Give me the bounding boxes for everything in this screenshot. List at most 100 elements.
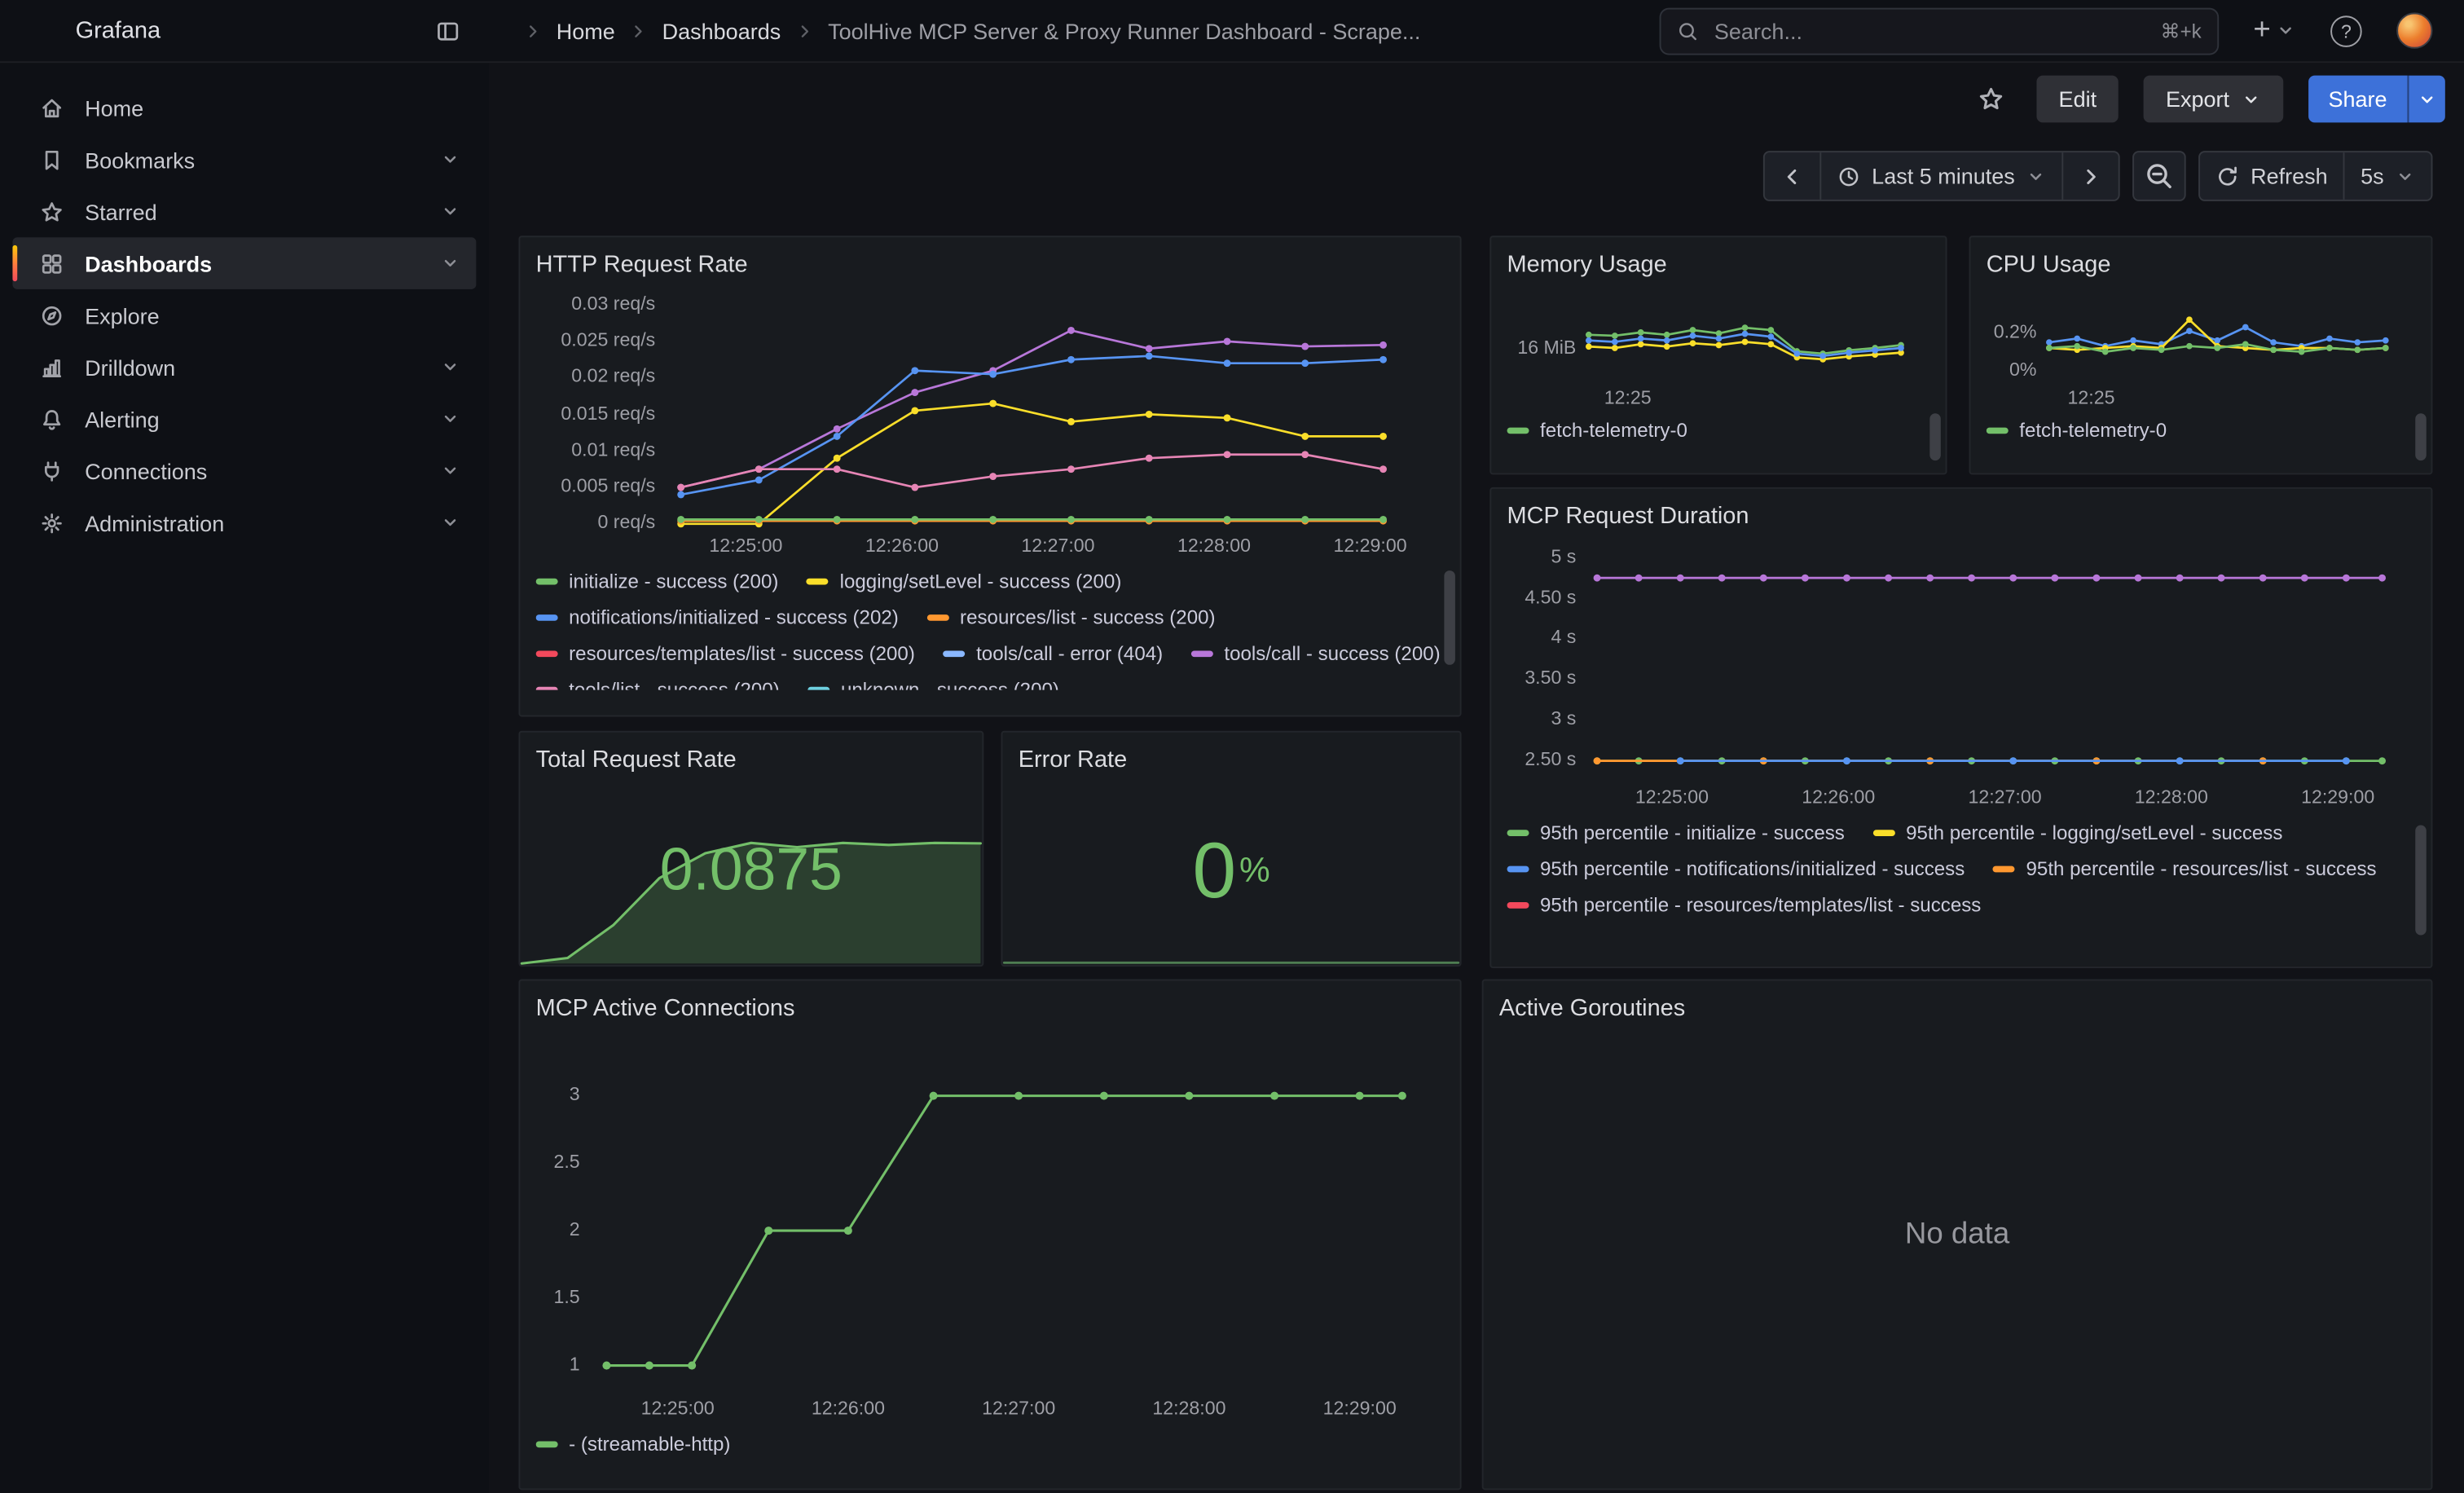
sidebar-item[interactable]: Starred — [12, 186, 476, 238]
sidebar-item-icon — [39, 147, 64, 172]
chevron-down-icon[interactable] — [440, 408, 460, 429]
legend-scrollbar[interactable] — [1444, 570, 1455, 665]
chevron-down-icon — [2417, 89, 2437, 109]
x-axis-tick: 12:25:00 — [675, 535, 817, 557]
share-menu-button[interactable] — [2408, 76, 2445, 123]
chevron-down-icon[interactable] — [440, 149, 460, 170]
memory-usage-chart[interactable]: 16 MiB12:25 — [1507, 300, 1930, 410]
sidebar-item[interactable]: Dashboards — [12, 237, 476, 289]
x-axis-tick: 12:27:00 — [1934, 786, 2076, 808]
mcp-request-duration-chart[interactable]: 5 s4.50 s4 s3.50 s3 s2.50 s12:25:0012:26… — [1507, 540, 2416, 810]
legend-item[interactable]: 95th percentile - resources/templates/li… — [1507, 892, 1982, 920]
time-range-picker[interactable]: Last 5 minutes — [1820, 152, 2062, 200]
user-profile-button[interactable] — [2390, 7, 2439, 55]
legend-item[interactable]: fetch-telemetry-0 — [1507, 416, 1687, 445]
plus-icon: + — [2253, 18, 2270, 43]
legend-swatch — [1507, 830, 1529, 836]
legend-item[interactable]: initialize - success (200) — [536, 567, 779, 596]
help-button[interactable]: ? — [2324, 9, 2368, 53]
search-box[interactable]: ⌘+k — [1659, 7, 2219, 55]
main-content: Edit Export Share Last 5 minutes — [489, 63, 2464, 1493]
chevron-down-icon[interactable] — [440, 513, 460, 533]
time-shift-back-button[interactable] — [1765, 152, 1820, 200]
legend-item[interactable]: resources/list - success (200) — [927, 604, 1216, 632]
panel-title[interactable]: HTTP Request Rate — [536, 250, 1445, 282]
time-range-group: Last 5 minutes — [1763, 151, 2120, 201]
chevron-down-icon[interactable] — [440, 460, 460, 481]
panel-title[interactable]: Total Request Rate — [536, 745, 966, 777]
time-shift-forward-button[interactable] — [2062, 152, 2119, 200]
panel-title[interactable]: MCP Active Connections — [536, 993, 1445, 1025]
sidebar-item[interactable]: Connections — [12, 445, 476, 497]
legend-item[interactable]: unknown - success (200) — [807, 676, 1058, 689]
zoom-out-button[interactable] — [2132, 151, 2186, 201]
legend-swatch — [536, 579, 558, 585]
sidebar-item[interactable]: Alerting — [12, 393, 476, 445]
sidebar-item-label: Dashboards — [85, 251, 212, 276]
legend-label: fetch-telemetry-0 — [1540, 416, 1687, 445]
sidebar-item[interactable]: Bookmarks — [12, 134, 476, 186]
sidebar: Home Bookmarks Starred — [0, 63, 489, 1493]
breadcrumb-link[interactable]: Home — [557, 18, 615, 43]
y-axis-tick: 4 s — [1507, 626, 1577, 648]
chart-plot[interactable] — [2049, 306, 2400, 382]
chart-plot[interactable] — [592, 1068, 1422, 1392]
legend-item[interactable]: 95th percentile - notifications/initiali… — [1507, 855, 1965, 883]
grafana-logo[interactable] — [22, 13, 56, 47]
chart-plot[interactable] — [1589, 545, 2393, 781]
chevron-down-icon[interactable] — [440, 253, 460, 274]
share-button[interactable]: Share — [2308, 76, 2407, 123]
top-nav: Grafana Home Dashboards ToolHive MCP Ser… — [0, 0, 2464, 63]
legend-swatch — [1507, 902, 1529, 909]
sidebar-item[interactable]: Home — [12, 81, 476, 134]
legend-item[interactable]: tools/list - success (200) — [536, 676, 780, 689]
legend-scrollbar[interactable] — [1929, 413, 1941, 460]
legend-scrollbar[interactable] — [2415, 826, 2427, 936]
legend-item[interactable]: 95th percentile - initialize - success — [1507, 819, 1845, 848]
legend-item[interactable]: tools/call - success (200) — [1191, 640, 1441, 668]
http-request-rate-chart[interactable]: 0.03 req/s0.025 req/s0.02 req/s0.015 req… — [536, 288, 1445, 558]
panel-title[interactable]: Memory Usage — [1507, 250, 1930, 282]
sidebar-item[interactable]: Drilldown — [12, 341, 476, 394]
breadcrumb-separator-icon — [795, 21, 814, 40]
chevron-down-icon[interactable] — [440, 201, 460, 222]
mcp-active-connections-chart[interactable]: 32.521.5112:25:0012:26:0012:27:0012:28:0… — [536, 1063, 1445, 1421]
legend-item[interactable]: logging/setLevel - success (200) — [807, 567, 1121, 596]
legend-item[interactable]: fetch-telemetry-0 — [1987, 416, 2167, 445]
panel-title[interactable]: MCP Request Duration — [1507, 501, 2416, 533]
chevron-down-icon[interactable] — [440, 357, 460, 377]
refresh-interval-picker[interactable]: 5s — [2343, 152, 2431, 200]
sidebar-item[interactable]: Explore — [12, 289, 476, 341]
cpu-usage-chart[interactable]: 0.2%0%12:25 — [1987, 300, 2416, 410]
legend-label: 95th percentile - logging/setLevel - suc… — [1906, 819, 2282, 848]
chart-plot[interactable] — [1589, 306, 1914, 382]
favorite-star-button[interactable] — [1971, 78, 2012, 119]
chart-plot[interactable] — [668, 294, 1423, 530]
panel-memory-usage: Memory Usage 16 MiB12:25 fetch-telemetry… — [1489, 236, 1947, 474]
panel-title[interactable]: Error Rate — [1019, 745, 1445, 777]
dashboard-canvas: HTTP Request Rate 0.03 req/s0.025 req/s0… — [489, 217, 2464, 1493]
chevron-down-icon — [2276, 20, 2296, 41]
add-new-button[interactable]: + — [2247, 11, 2303, 49]
legend-swatch — [927, 614, 949, 621]
sidebar-item[interactable]: Administration — [12, 496, 476, 548]
share-split-button: Share — [2308, 76, 2444, 123]
refresh-button[interactable]: Refresh — [2200, 152, 2343, 200]
legend-item[interactable]: resources/templates/list - success (200) — [536, 640, 915, 668]
time-range-label: Last 5 minutes — [1872, 164, 2015, 189]
search-input[interactable] — [1711, 16, 2148, 45]
sidebar-toggle-button[interactable] — [429, 11, 467, 49]
search-icon — [1677, 20, 1699, 42]
legend-item[interactable]: - (streamable-http) — [536, 1430, 731, 1459]
panel-title[interactable]: CPU Usage — [1987, 250, 2416, 282]
legend-item[interactable]: 95th percentile - logging/setLevel - suc… — [1873, 819, 2283, 848]
legend-item[interactable]: notifications/initialized - success (202… — [536, 604, 899, 632]
legend-swatch — [1507, 428, 1529, 434]
breadcrumb-link[interactable]: ToolHive MCP Server & Proxy Runner Dashb… — [828, 18, 1420, 43]
edit-button[interactable]: Edit — [2037, 76, 2119, 123]
legend-item[interactable]: tools/call - error (404) — [944, 640, 1164, 668]
legend-scrollbar[interactable] — [2415, 413, 2427, 460]
legend-item[interactable]: 95th percentile - resources/list - succe… — [1993, 855, 2377, 883]
legend-label: tools/list - success (200) — [569, 676, 780, 689]
breadcrumb-link[interactable]: Dashboards — [662, 18, 781, 43]
